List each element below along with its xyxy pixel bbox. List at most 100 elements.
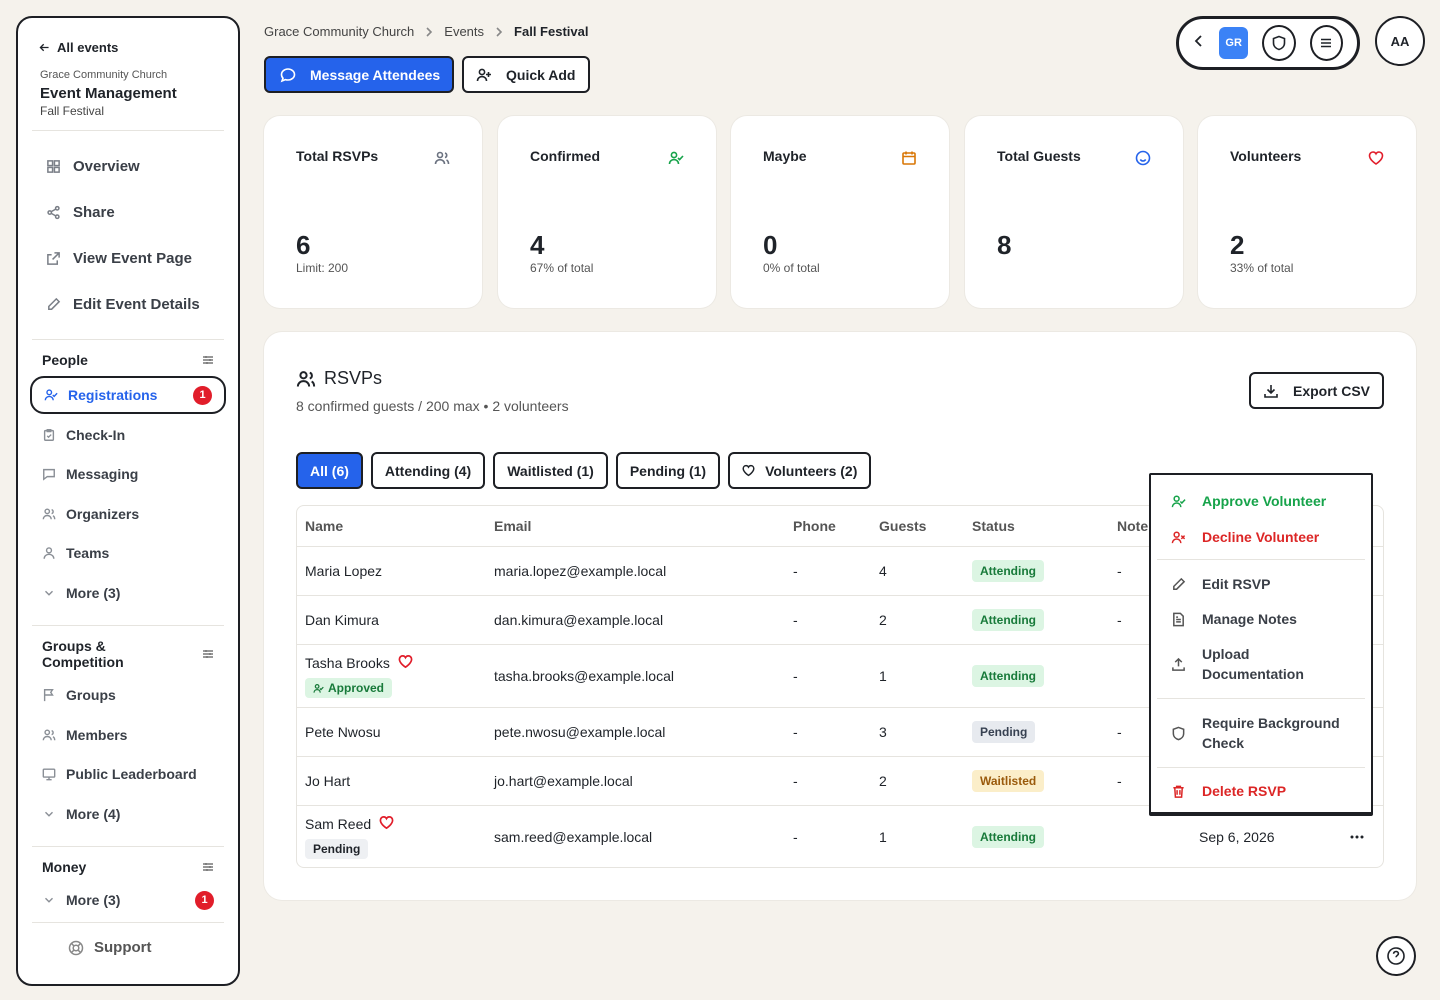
cell-email: maria.lopez@example.local	[494, 563, 667, 579]
menu-delete-rsvp[interactable]: Delete RSVP	[1151, 768, 1371, 814]
nav-label: Public Leaderboard	[66, 766, 197, 783]
menu-edit-rsvp[interactable]: Edit RSVP	[1151, 560, 1371, 606]
nav-label: Groups	[66, 687, 116, 704]
panel-title: RSVPs	[324, 368, 383, 388]
avatar[interactable]: AA	[1375, 16, 1425, 66]
upload-icon	[1172, 657, 1185, 671]
sliders-icon[interactable]	[202, 648, 214, 660]
filter-pending[interactable]: Pending (1)	[615, 452, 721, 489]
menu-button[interactable]	[1309, 25, 1343, 61]
back-to-events-link[interactable]: All events	[30, 32, 226, 63]
nav-public-leaderboard[interactable]: Public Leaderboard	[30, 755, 226, 795]
section-people: People	[30, 352, 226, 368]
clipboard-icon	[43, 428, 55, 441]
nav-overview[interactable]: Overview	[30, 143, 226, 189]
sliders-icon[interactable]	[202, 861, 214, 873]
section-groups: Groups & Competition	[30, 638, 226, 670]
stat-volunteers: Volunteers 2 33% of total	[1198, 116, 1416, 308]
heart-icon	[398, 655, 413, 669]
cell-name: Sam Reed Pending	[305, 806, 394, 867]
help-button[interactable]	[1376, 936, 1416, 976]
stat-label: Volunteers	[1230, 148, 1302, 164]
help-circle-icon	[1387, 947, 1405, 965]
col-email[interactable]: Email	[494, 506, 531, 546]
nav-members[interactable]: Members	[30, 715, 226, 755]
heart-icon	[742, 464, 755, 477]
col-status[interactable]: Status	[972, 506, 1015, 546]
nav-view-event-page[interactable]: View Event Page	[30, 235, 226, 281]
flag-icon	[43, 689, 54, 702]
stat-label: Confirmed	[530, 148, 600, 164]
notification-badge: 1	[195, 890, 214, 910]
filter-waitlisted[interactable]: Waitlisted (1)	[493, 452, 608, 489]
nav-money-more[interactable]: More (3) 1	[30, 881, 226, 921]
menu-approve-volunteer[interactable]: Approve Volunteer	[1151, 483, 1371, 519]
nav-label: View Event Page	[73, 249, 192, 267]
heart-icon	[379, 816, 394, 830]
section-title: Groups & Competition	[42, 637, 124, 670]
nav-groups[interactable]: Groups	[30, 676, 226, 716]
nav-share[interactable]: Share	[30, 189, 226, 235]
nav-groups-more[interactable]: More (4)	[30, 794, 226, 834]
breadcrumb-org[interactable]: Grace Community Church	[264, 24, 414, 39]
nav-label: Check-In	[66, 426, 126, 443]
col-note[interactable]: Note	[1117, 506, 1148, 546]
security-button[interactable]	[1262, 25, 1296, 61]
col-phone[interactable]: Phone	[793, 506, 836, 546]
cell-name: Maria Lopez	[305, 563, 383, 579]
menu-require-background-check[interactable]: Require Background Check	[1151, 699, 1371, 767]
nav-messaging[interactable]: Messaging	[30, 455, 226, 495]
nav-label: Share	[73, 203, 115, 221]
menu-manage-notes[interactable]: Manage Notes	[1151, 606, 1371, 632]
users-icon	[42, 729, 56, 741]
quick-add-button[interactable]: Quick Add	[462, 56, 590, 93]
heart-icon	[1368, 151, 1384, 165]
message-icon	[43, 469, 55, 481]
nav-label: More (3)	[66, 892, 121, 909]
main-nav: Overview Share View Event Page Edit Even…	[30, 143, 226, 327]
menu-upload-documentation[interactable]: Upload Documentation	[1151, 632, 1371, 696]
back-label: All events	[57, 40, 119, 55]
breadcrumb-events[interactable]: Events	[444, 24, 484, 39]
menu-decline-volunteer[interactable]: Decline Volunteer	[1151, 519, 1371, 555]
nav-organizers[interactable]: Organizers	[30, 494, 226, 534]
user-check-icon	[313, 683, 324, 693]
stat-sub: 33% of total	[1230, 261, 1294, 275]
user-check-icon	[668, 151, 684, 165]
button-label: Export CSV	[1292, 382, 1370, 399]
filter-attending[interactable]: Attending (4)	[370, 452, 486, 489]
notification-badge: 1	[193, 385, 212, 405]
stat-label: Maybe	[763, 148, 807, 164]
cell-phone: -	[793, 724, 798, 740]
message-attendees-button[interactable]: Message Attendees	[264, 56, 454, 93]
nav-check-in[interactable]: Check-In	[30, 415, 226, 455]
nav-edit-event-details[interactable]: Edit Event Details	[30, 281, 226, 327]
stat-value: 2	[1230, 230, 1245, 260]
nav-registrations[interactable]: Registrations 1	[30, 376, 226, 414]
nav-teams[interactable]: Teams	[30, 534, 226, 574]
sliders-icon[interactable]	[202, 354, 214, 366]
people-nav: Registrations 1 Check-In Messaging Organ…	[30, 376, 226, 613]
org-badge[interactable]: GR	[1219, 27, 1249, 59]
stat-value: 4	[530, 230, 545, 260]
section-title: Money	[42, 858, 87, 875]
filter-all[interactable]: All (6)	[296, 452, 363, 489]
nav-people-more[interactable]: More (3)	[30, 573, 226, 613]
event-name: Fall Festival	[40, 104, 105, 118]
status-badge: Waitlisted	[972, 770, 1045, 792]
hamburger-icon	[1321, 38, 1332, 48]
nav-label: Organizers	[66, 505, 140, 522]
support-link[interactable]: Support	[30, 939, 226, 956]
volunteer-status-label: Pending	[313, 842, 361, 856]
menu-label: Manage Notes	[1202, 611, 1297, 627]
col-guests[interactable]: Guests	[879, 506, 926, 546]
volunteer-status-badge: Pending	[305, 839, 369, 859]
filter-label: Attending (4)	[384, 462, 472, 479]
collapse-button[interactable]	[1193, 34, 1205, 52]
filter-volunteers[interactable]: Volunteers (2)	[728, 452, 872, 489]
export-csv-button[interactable]: Export CSV	[1249, 372, 1384, 409]
cell-note: -	[1117, 773, 1122, 789]
col-name[interactable]: Name	[305, 506, 343, 546]
money-nav: More (3) 1	[30, 881, 226, 921]
cell-guests: 2	[879, 612, 887, 628]
